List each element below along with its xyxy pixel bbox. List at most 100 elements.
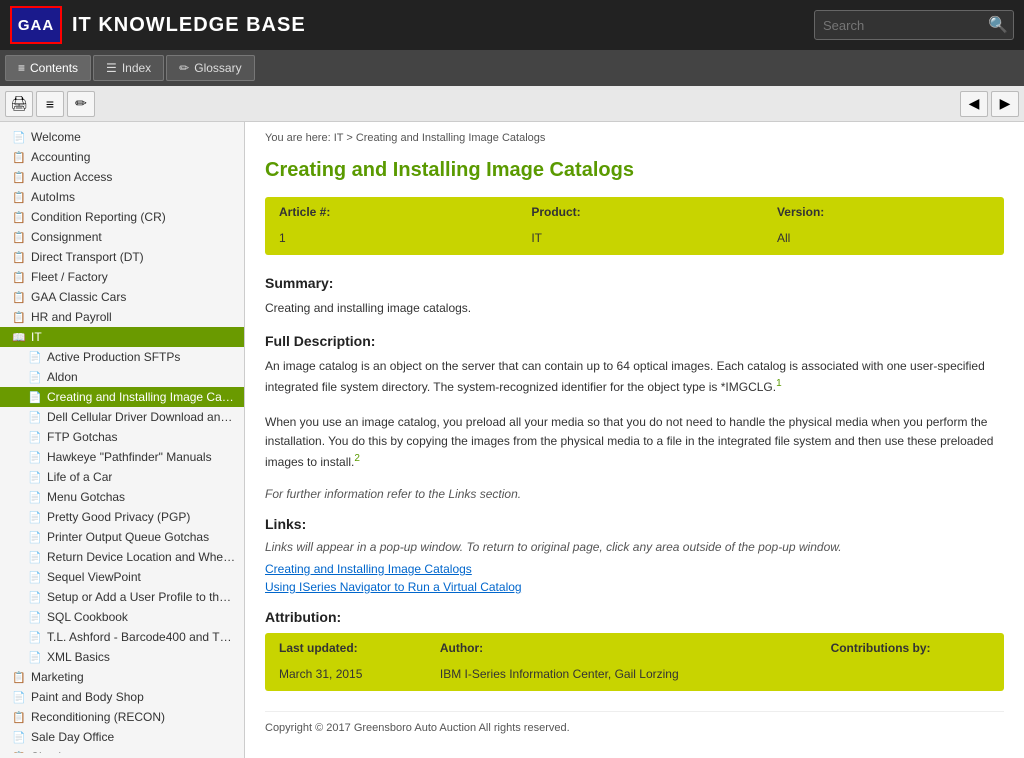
sidebar-label-sql-cookbook: SQL Cookbook	[47, 610, 128, 624]
sidebar-icon-sql-cookbook: 📄	[28, 611, 42, 624]
sidebar-item-marketing[interactable]: 📋 Marketing	[0, 667, 244, 687]
logo: GAA	[10, 6, 62, 44]
author-value: IBM I-Series Information Center, Gail Lo…	[428, 663, 817, 689]
sidebar-label-ftp-gotchas: FTP Gotchas	[47, 430, 117, 444]
search-input[interactable]	[823, 18, 988, 33]
sidebar-label-consignment: Consignment	[31, 230, 102, 244]
article-info-table: Article #: Product: Version: 1 IT All	[265, 197, 1004, 255]
sidebar-label-welcome: Welcome	[31, 130, 81, 144]
sidebar-icon-menu-gotchas: 📄	[28, 491, 42, 504]
sidebar-label-marketing: Marketing	[31, 670, 84, 684]
sidebar-label-auction-access: Auction Access	[31, 170, 112, 184]
sidebar-item-gaa-classic[interactable]: 📋 GAA Classic Cars	[0, 287, 244, 307]
tab-index[interactable]: ☰ Index	[93, 55, 164, 81]
sidebar-item-fleet-factory[interactable]: 📋Fleet / Factory	[0, 267, 244, 287]
sidebar-icon-hawkeye: 📄	[28, 451, 42, 464]
sidebar-label-simulcast: Simulcast	[31, 750, 83, 753]
author-header: Author:	[428, 635, 817, 661]
sidebar-item-accounting[interactable]: 📋Accounting	[0, 147, 244, 167]
contents-icon: ≡	[18, 61, 25, 75]
sidebar-item-direct-transport[interactable]: 📋Direct Transport (DT)	[0, 247, 244, 267]
sidebar-item-tl-ashford[interactable]: 📄T.L. Ashford - Barcode400 and TLAForms	[0, 627, 244, 647]
sidebar-label-life-of-car: Life of a Car	[47, 470, 112, 484]
sidebar-item-hawkeye[interactable]: 📄Hawkeye "Pathfinder" Manuals	[0, 447, 244, 467]
sidebar-item-consignment[interactable]: 📋 Consignment	[0, 227, 244, 247]
sidebar-label-sequel: Sequel ViewPoint	[47, 570, 141, 584]
sidebar-label-autoims: AutoIms	[31, 190, 75, 204]
sidebar-item-dell-cellular[interactable]: 📄 Dell Cellular Driver Download and Insta…	[0, 407, 244, 427]
sidebar-item-autoims[interactable]: 📋 AutoIms	[0, 187, 244, 207]
sidebar-item-menu-gotchas[interactable]: 📄 Menu Gotchas	[0, 487, 244, 507]
sidebar-label-accounting: Accounting	[31, 150, 90, 164]
back-button[interactable]: ◀	[960, 91, 988, 117]
sidebar-item-xml-basics[interactable]: 📄XML Basics	[0, 647, 244, 667]
full-desc-italic: For further information refer to the Lin…	[265, 487, 1004, 501]
sidebar-item-sequel[interactable]: 📄Sequel ViewPoint	[0, 567, 244, 587]
search-container[interactable]: 🔍	[814, 10, 1014, 40]
links-title: Links:	[265, 516, 1004, 532]
sidebar-item-return-device[interactable]: 📄Return Device Location and Where to Pri…	[0, 547, 244, 567]
index-icon: ☰	[106, 61, 117, 75]
sidebar-label-aldon: Aldon	[47, 370, 78, 384]
sidebar-label-gaa-classic: GAA Classic Cars	[31, 290, 126, 304]
sidebar-icon-setup-profile: 📄	[28, 591, 42, 604]
full-desc-title: Full Description:	[265, 333, 1004, 349]
sidebar-label-active-prod: Active Production SFTPs	[47, 350, 180, 364]
sidebar-item-sql-cookbook[interactable]: 📄 SQL Cookbook	[0, 607, 244, 627]
sidebar-icon-pgp: 📄	[28, 511, 42, 524]
sidebar-item-simulcast[interactable]: 📋Simulcast	[0, 747, 244, 753]
sidebar-label-direct-transport: Direct Transport (DT)	[31, 250, 144, 264]
sidebar-icon-creating-installing: 📄	[28, 391, 42, 404]
edit-button[interactable]: ✏	[67, 91, 95, 117]
tab-glossary[interactable]: ✏ Glossary	[166, 55, 254, 81]
sidebar-label-paint-body: Paint and Body Shop	[31, 690, 144, 704]
nav-buttons: ◀ ▶	[960, 91, 1019, 117]
sidebar-item-aldon[interactable]: 📄Aldon	[0, 367, 244, 387]
contributions-header: Contributions by:	[819, 635, 1002, 661]
glossary-icon: ✏	[179, 61, 189, 75]
sidebar-item-active-prod[interactable]: 📄Active Production SFTPs	[0, 347, 244, 367]
sidebar-item-setup-profile[interactable]: 📄 Setup or Add a User Profile to the IBM …	[0, 587, 244, 607]
sidebar-item-ftp-gotchas[interactable]: 📄FTP Gotchas	[0, 427, 244, 447]
print-button[interactable]: 🖨	[5, 91, 33, 117]
list-button[interactable]: ≡	[36, 91, 64, 117]
sidebar-icon-return-device: 📄	[28, 551, 42, 564]
version-value: All	[765, 227, 1002, 253]
product-value: IT	[519, 227, 763, 253]
sidebar-item-welcome[interactable]: 📄 Welcome	[0, 127, 244, 147]
sidebar-scroll-area[interactable]: 📄Welcome📋Accounting📋Auction Access📋AutoI…	[0, 127, 244, 753]
tabs-bar: ≡ Contents ☰ Index ✏ Glossary	[0, 50, 1024, 86]
link-iseries-navigator[interactable]: Using ISeries Navigator to Run a Virtual…	[265, 580, 1004, 594]
sidebar-icon-autoims: 📋	[12, 191, 26, 204]
sidebar-item-auction-access[interactable]: 📋Auction Access	[0, 167, 244, 187]
forward-button[interactable]: ▶	[991, 91, 1019, 117]
sidebar-label-setup-profile: Setup or Add a User Profile to the IBM i	[47, 590, 236, 604]
sidebar-icon-welcome: 📄	[12, 131, 26, 144]
sidebar-label-dell-cellular: Dell Cellular Driver Download and Instal…	[47, 410, 236, 424]
sidebar-item-sale-day[interactable]: 📄Sale Day Office	[0, 727, 244, 747]
sidebar-item-pgp[interactable]: 📄Pretty Good Privacy (PGP)	[0, 507, 244, 527]
sidebar-icon-marketing: 📋	[12, 671, 26, 684]
footnote-2: 2	[354, 453, 360, 464]
sidebar-label-hr-payroll: HR and Payroll	[31, 310, 112, 324]
last-updated-header: Last updated:	[267, 635, 426, 661]
sidebar-label-menu-gotchas: Menu Gotchas	[47, 490, 125, 504]
sidebar-icon-xml-basics: 📄	[28, 651, 42, 664]
sidebar-item-printer-output[interactable]: 📄Printer Output Queue Gotchas	[0, 527, 244, 547]
sidebar-item-it[interactable]: 📖IT	[0, 327, 244, 347]
links-section: Links will appear in a pop-up window. To…	[265, 540, 1004, 594]
sidebar-item-creating-installing[interactable]: 📄Creating and Installing Image Catalogs	[0, 387, 244, 407]
contributions-value	[819, 663, 1002, 689]
sidebar-item-life-of-car[interactable]: 📄Life of a Car	[0, 467, 244, 487]
tab-contents[interactable]: ≡ Contents	[5, 55, 91, 81]
sidebar-icon-gaa-classic: 📋	[12, 291, 26, 304]
sidebar-item-reconditioning[interactable]: 📋Reconditioning (RECON)	[0, 707, 244, 727]
sidebar-item-condition-reporting[interactable]: 📋Condition Reporting (CR)	[0, 207, 244, 227]
sidebar-item-paint-body[interactable]: 📄Paint and Body Shop	[0, 687, 244, 707]
sidebar-icon-dell-cellular: 📄	[28, 411, 42, 424]
attribution-title: Attribution:	[265, 609, 1004, 625]
sidebar-label-tl-ashford: T.L. Ashford - Barcode400 and TLAForms	[47, 630, 236, 644]
sidebar-icon-consignment: 📋	[12, 231, 26, 244]
link-creating-installing[interactable]: Creating and Installing Image Catalogs	[265, 562, 1004, 576]
sidebar-item-hr-payroll[interactable]: 📋HR and Payroll	[0, 307, 244, 327]
